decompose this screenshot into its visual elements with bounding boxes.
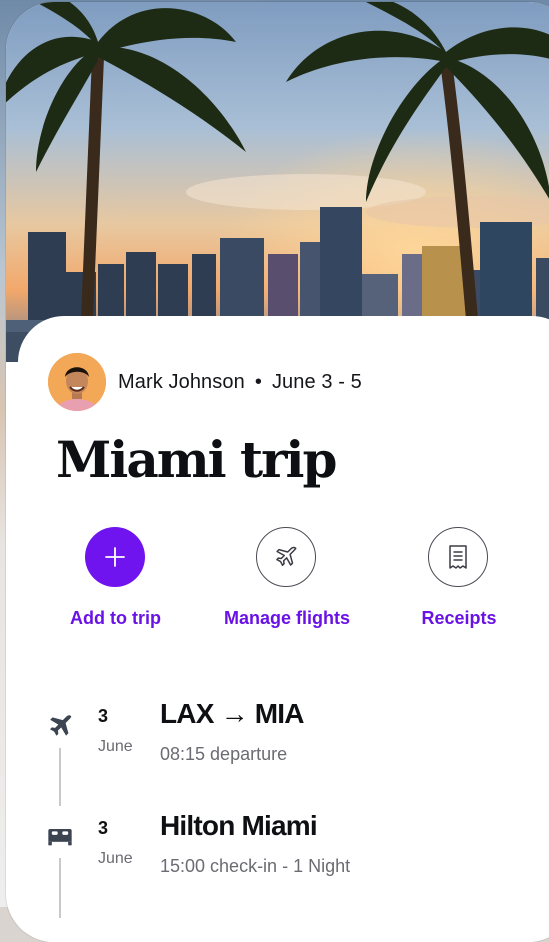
meta-separator: • <box>254 370 262 393</box>
timeline-day: 3 <box>98 818 109 838</box>
trip-owner-row: Mark Johnson • June 3 - 5 <box>48 350 362 414</box>
trip-dates: June 3 - 5 <box>271 370 362 393</box>
receipts-circle[interactable] <box>428 527 488 587</box>
airplane-icon <box>49 715 72 736</box>
timeline-title: Hilton Miami <box>160 810 318 841</box>
timeline-subtitle: 08:15 departure <box>160 744 288 764</box>
timeline-month: June <box>98 850 133 867</box>
hero-image-miami-skyline <box>6 2 549 362</box>
plus-icon <box>105 547 125 567</box>
bed-icon <box>48 829 72 846</box>
receipts-button[interactable]: Receipts <box>420 527 498 629</box>
receipt-icon <box>449 545 467 569</box>
add-to-trip-button[interactable]: Add to trip <box>70 527 161 629</box>
trip-actions: Add to trip Manage flights Receipts <box>0 527 549 637</box>
manage-flights-button[interactable]: Manage flights <box>224 527 350 629</box>
timeline-subtitle: 15:00 check-in - 1 Night <box>160 856 351 876</box>
timeline-month: June <box>98 738 133 755</box>
timeline-title: LAX → MIA <box>160 698 304 729</box>
trip-meta: Mark Johnson • June 3 - 5 <box>118 371 362 394</box>
avatar[interactable] <box>48 353 106 411</box>
timeline-day: 3 <box>98 706 109 726</box>
airplane-icon <box>276 546 297 566</box>
add-to-trip-circle[interactable] <box>85 527 145 587</box>
timeline-item-flight[interactable]: 3 June LAX → MIA 08:15 departure <box>0 690 549 790</box>
timeline-item-hotel[interactable]: 3 June Hilton Miami 15:00 check-in - 1 N… <box>0 802 549 902</box>
page-title: Miami trip <box>56 430 337 489</box>
manage-flights-circle[interactable] <box>256 527 316 587</box>
receipts-label: Receipts <box>421 608 497 628</box>
manage-flights-label: Manage flights <box>224 608 351 628</box>
add-to-trip-label: Add to trip <box>70 608 161 628</box>
owner-name: Mark Johnson <box>118 370 245 393</box>
